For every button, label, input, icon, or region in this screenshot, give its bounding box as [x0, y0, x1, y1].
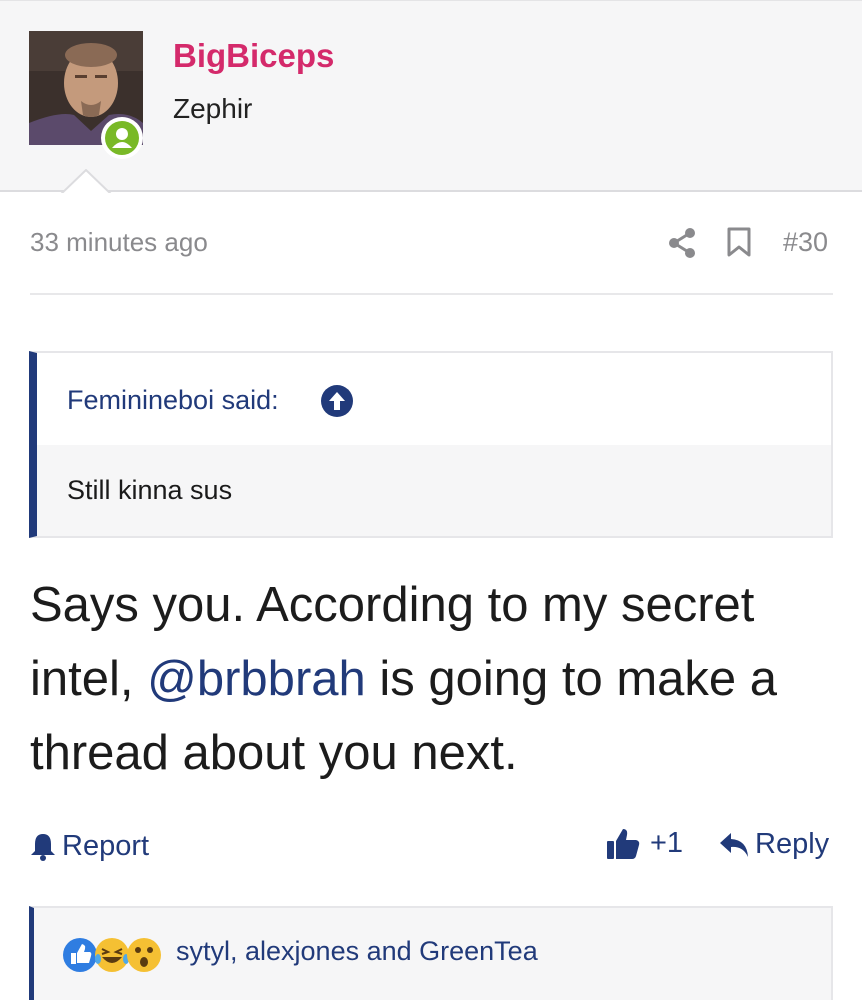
reply-label: Reply: [755, 828, 830, 860]
like-icon: [63, 938, 97, 972]
arrow-up-icon[interactable]: [321, 385, 353, 417]
thumbs-up-icon: [607, 829, 640, 859]
online-status-badge: [101, 117, 143, 159]
user-title: Zephir: [173, 93, 253, 124]
meta-divider: [30, 293, 833, 295]
post-message: Says you. According to my secret intel, …: [30, 568, 830, 790]
reactions-bar[interactable]: sytyl, alexjones and GreenTea: [29, 906, 833, 1000]
username[interactable]: BigBiceps: [173, 37, 334, 75]
like-count: +1: [650, 826, 684, 859]
reply-button[interactable]: Reply: [719, 828, 829, 861]
reaction-users-link[interactable]: sytyl, alexjones and GreenTea: [176, 936, 538, 967]
quote-block: Feminineboi said: Still kinna sus: [29, 351, 833, 538]
quote-body: Still kinna sus: [37, 445, 831, 536]
post-timestamp[interactable]: 33 minutes ago: [30, 227, 208, 258]
quote-text: Still kinna sus: [67, 475, 233, 505]
header-caret: [60, 169, 112, 195]
bookmark-icon[interactable]: [727, 227, 751, 262]
forum-post: BigBiceps Zephir 33 minutes ago #30 Femi…: [0, 0, 862, 1000]
reply-arrow-icon: [720, 832, 748, 857]
wow-icon: [127, 938, 161, 972]
share-icon[interactable]: [668, 228, 696, 263]
user-online-icon: [112, 128, 132, 148]
post-number-link[interactable]: #30: [783, 227, 828, 258]
report-button[interactable]: Report: [30, 828, 149, 864]
user-header: BigBiceps Zephir: [0, 0, 862, 195]
laughing-crying-icon: [95, 938, 129, 972]
quote-header: Feminineboi said:: [37, 353, 831, 445]
user-mention-link[interactable]: @brbbrah: [147, 652, 366, 706]
quote-author-link[interactable]: Feminineboi said:: [67, 385, 279, 416]
report-label: Report: [62, 829, 150, 862]
like-button[interactable]: +1: [606, 826, 683, 860]
bell-icon: [31, 834, 55, 861]
